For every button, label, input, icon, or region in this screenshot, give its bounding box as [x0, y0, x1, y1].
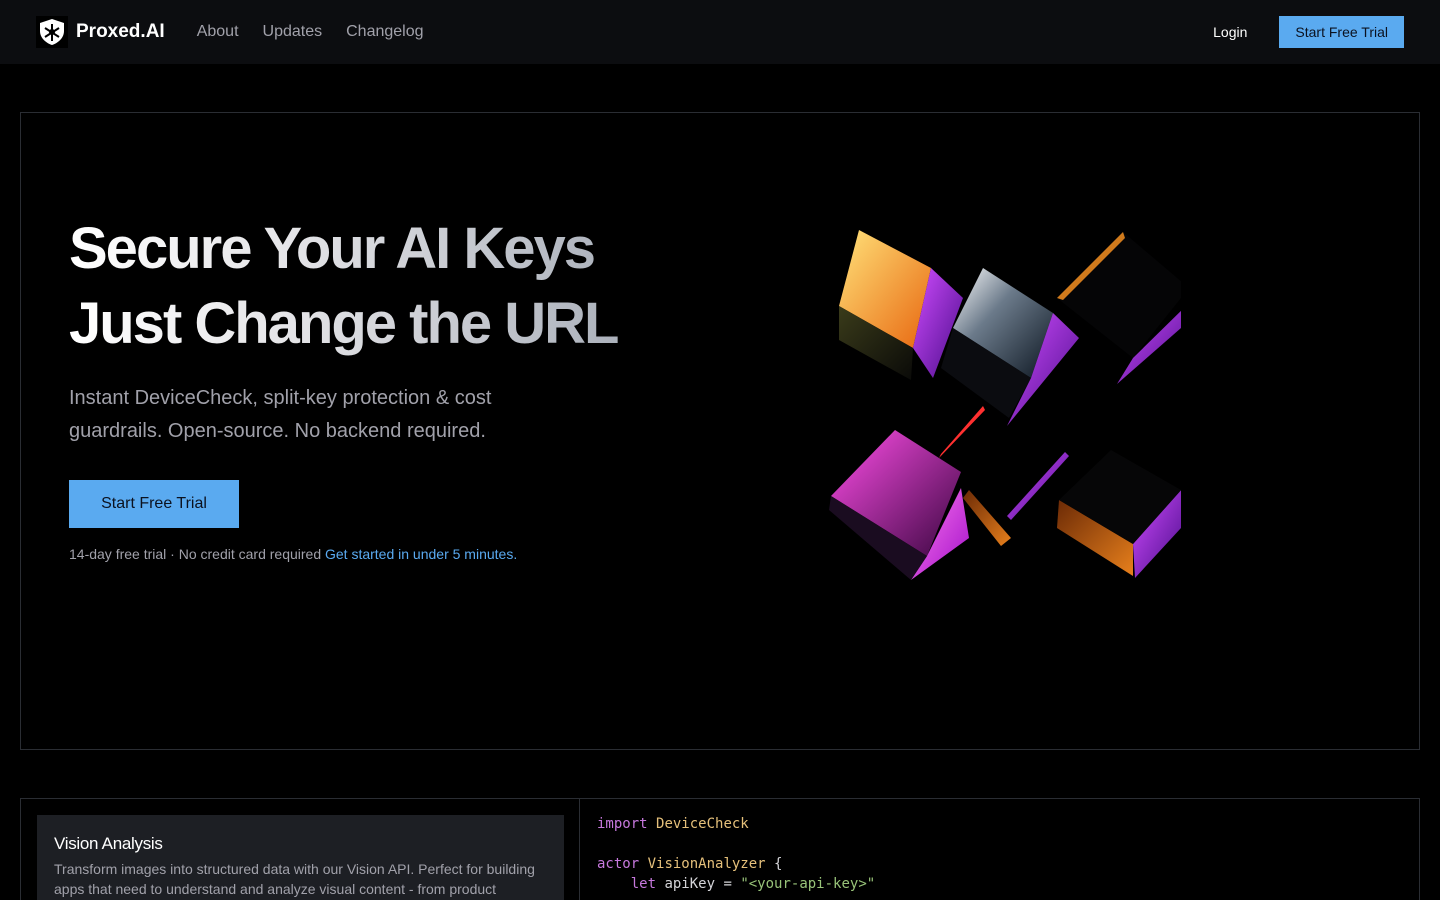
- trial-note-text: 14-day free trial · No credit card requi…: [69, 546, 322, 562]
- nav-link-about[interactable]: About: [197, 23, 239, 41]
- code-api-key-value: "<your-api-key>": [740, 876, 876, 892]
- feature-title: Vision Analysis: [54, 834, 163, 853]
- hero-title-line-2: Just Change the URL: [69, 291, 618, 356]
- brand-name: Proxed.AI: [76, 21, 165, 42]
- hero-section: Secure Your AI Keys Just Change the URL …: [20, 112, 1420, 750]
- code-let-keyword: let: [630, 876, 657, 892]
- code-actor-keyword: actor: [597, 856, 640, 872]
- code-api-key-decl: apiKey =: [664, 876, 732, 892]
- nav-links: About Updates Changelog: [197, 23, 424, 41]
- code-actor-name: VisionAnalyzer: [647, 856, 766, 872]
- code-import-keyword: import: [597, 816, 648, 832]
- nav-link-changelog[interactable]: Changelog: [346, 23, 423, 41]
- hero-title-line-1: Secure Your AI Keys: [69, 216, 595, 281]
- shield-logo-icon: [36, 16, 68, 48]
- iridescent-cubes-illustration: [829, 230, 1181, 580]
- hero-start-trial-button[interactable]: Start Free Trial: [69, 480, 239, 528]
- brand[interactable]: Proxed.AI: [36, 16, 165, 48]
- top-nav: Proxed.AI About Updates Changelog Login …: [0, 0, 1440, 64]
- hero-subtitle: Instant DeviceCheck, split-key protectio…: [69, 387, 492, 442]
- nav-start-trial-button[interactable]: Start Free Trial: [1279, 16, 1404, 48]
- nav-link-updates[interactable]: Updates: [263, 23, 323, 41]
- nav-actions: Login Start Free Trial: [1213, 16, 1404, 48]
- code-sample: import DeviceCheck actor VisionAnalyzer …: [597, 814, 875, 894]
- feature-card-vision-analysis[interactable]: Vision Analysis Transform images into st…: [37, 815, 564, 900]
- feature-description: Transform images into structured data wi…: [54, 861, 535, 897]
- code-import-module: DeviceCheck: [656, 816, 749, 832]
- code-open-brace: {: [774, 856, 783, 872]
- get-started-link[interactable]: Get started in under 5 minutes.: [325, 546, 517, 562]
- feature-list: Vision Analysis Transform images into st…: [21, 799, 580, 900]
- hero-note: 14-day free trial · No credit card requi…: [69, 546, 517, 562]
- login-link[interactable]: Login: [1213, 24, 1247, 40]
- feature-section: Vision Analysis Transform images into st…: [20, 798, 1420, 900]
- hero-title: Secure Your AI Keys Just Change the URL: [69, 211, 709, 361]
